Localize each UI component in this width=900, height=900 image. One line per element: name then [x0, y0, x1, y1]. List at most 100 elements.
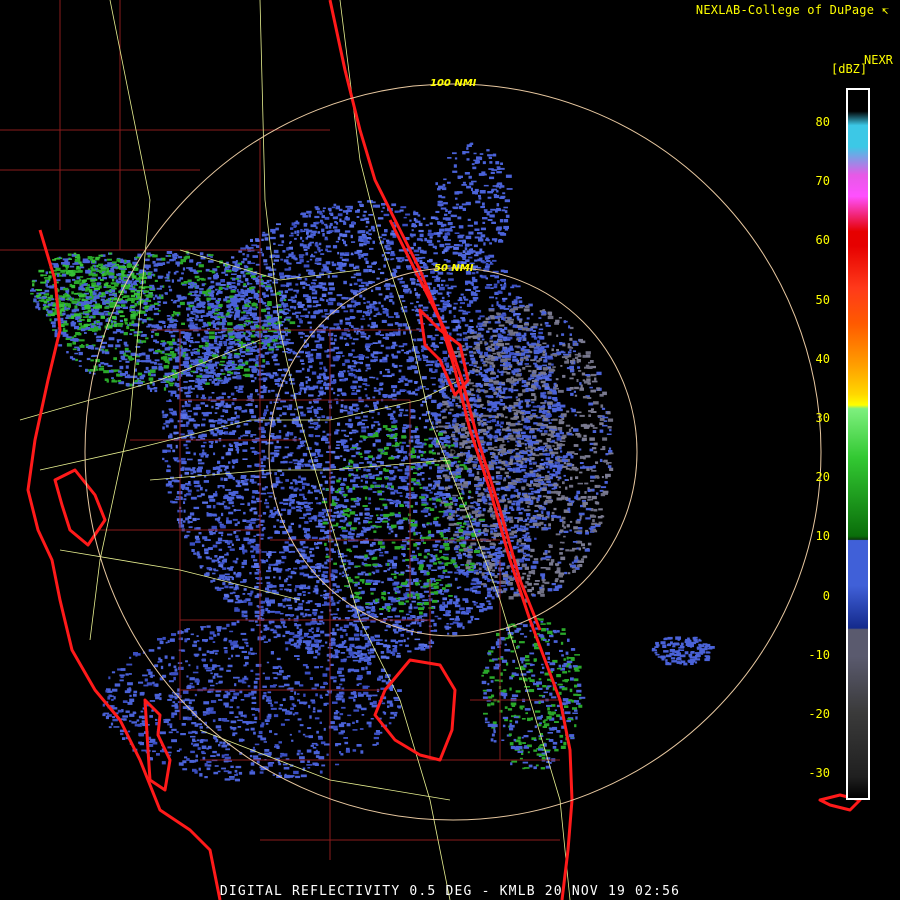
echo-pixel [414, 370, 419, 374]
echo-pixel [189, 436, 196, 439]
echo-pixel [222, 409, 225, 413]
echo-pixel [419, 624, 422, 627]
echo-pixel [285, 569, 290, 572]
echo-pixel [316, 643, 319, 647]
echo-pixel [337, 236, 341, 241]
echo-pixel [242, 434, 249, 437]
echo-pixel [419, 304, 423, 307]
echo-pixel [217, 460, 221, 464]
echo-pixel [384, 551, 389, 554]
echo-pixel [205, 454, 209, 458]
echo-pixel [326, 451, 332, 453]
echo-pixel [389, 469, 395, 474]
echo-pixel [468, 364, 474, 366]
echo-pixel [218, 516, 221, 520]
echo-pixel [224, 468, 227, 471]
echo-pixel [342, 355, 345, 357]
echo-pixel [531, 409, 537, 412]
echo-pixel [549, 464, 554, 468]
echo-pixel [272, 372, 277, 375]
echo-pixel [378, 301, 381, 305]
echo-pixel [374, 406, 378, 410]
echo-pixel [297, 501, 301, 505]
echo-pixel [441, 296, 445, 300]
echo-pixel [251, 554, 256, 559]
echo-pixel [424, 515, 428, 518]
echo-pixel [268, 495, 273, 498]
echo-pixel [230, 417, 237, 420]
echo-pixel [235, 597, 239, 601]
echo-pixel [361, 419, 368, 422]
echo-pixel [360, 331, 365, 334]
echo-pixel [507, 440, 510, 443]
echo-pixel [429, 222, 433, 225]
echo-pixel [350, 386, 354, 389]
echo-pixel [447, 294, 450, 298]
echo-pixel [195, 538, 200, 541]
echo-pixel [216, 541, 222, 544]
echo-pixel [477, 506, 482, 509]
echo-pixel [315, 435, 321, 438]
echo-pixel [336, 608, 340, 612]
echo-pixel [251, 481, 254, 484]
echo-pixel [317, 451, 320, 454]
echo-pixel [341, 429, 347, 432]
echo-pixel [307, 460, 311, 463]
echo-pixel [530, 332, 534, 335]
echo-pixel [290, 550, 296, 553]
echo-pixel [286, 347, 290, 350]
echo-pixel [331, 309, 334, 312]
echo-pixel [458, 297, 462, 300]
echo-pixel [195, 323, 198, 326]
echo-pixel [393, 466, 397, 469]
echo-pixel [224, 409, 229, 413]
echo-pixel [368, 473, 372, 476]
echo-pixel [265, 587, 269, 591]
echo-pixel [456, 514, 460, 517]
echo-pixel [339, 572, 342, 575]
echo-pixel [282, 250, 286, 253]
echo-pixel [282, 368, 286, 371]
echo-pixel [391, 353, 394, 357]
echo-pixel [192, 419, 196, 422]
echo-pixel [411, 600, 416, 603]
echo-pixel [204, 539, 208, 541]
echo-pixel [283, 548, 290, 551]
echo-pixel [359, 512, 363, 516]
echo-pixel [359, 655, 363, 658]
echo-pixel [184, 471, 189, 475]
echo-pixel [323, 309, 328, 312]
echo-pixel [294, 257, 297, 260]
echo-pixel [366, 300, 371, 304]
echo-pixel [314, 489, 320, 493]
echo-pixel [319, 361, 323, 365]
echo-pixel [281, 240, 285, 244]
echo-pixel [342, 363, 346, 366]
echo-pixel [383, 570, 387, 573]
echo-pixel [542, 453, 548, 456]
echo-pixel [318, 569, 321, 573]
echo-pixel [418, 646, 421, 650]
echo-pixel [393, 587, 396, 591]
echo-pixel [173, 425, 178, 429]
echo-pixel [455, 610, 461, 614]
echo-pixel [301, 363, 305, 365]
echo-pixel [307, 368, 310, 372]
echo-pixel [345, 216, 348, 218]
echo-pixel [334, 229, 341, 233]
echo-pixel [260, 492, 267, 495]
echo-pixel [386, 239, 390, 242]
echo-pixel [380, 210, 384, 213]
echo-pixel [380, 509, 383, 511]
echo-pixel [529, 462, 532, 465]
echo-pixel [332, 216, 338, 220]
echo-pixel [326, 653, 329, 657]
echo-pixel [262, 377, 268, 381]
echo-pixel [417, 386, 420, 390]
echo-pixel [305, 622, 312, 626]
echo-pixel [459, 516, 462, 519]
echo-pixel [414, 338, 417, 342]
echo-pixel [320, 525, 326, 528]
echo-pixel [397, 323, 403, 327]
echo-pixel [513, 489, 517, 492]
